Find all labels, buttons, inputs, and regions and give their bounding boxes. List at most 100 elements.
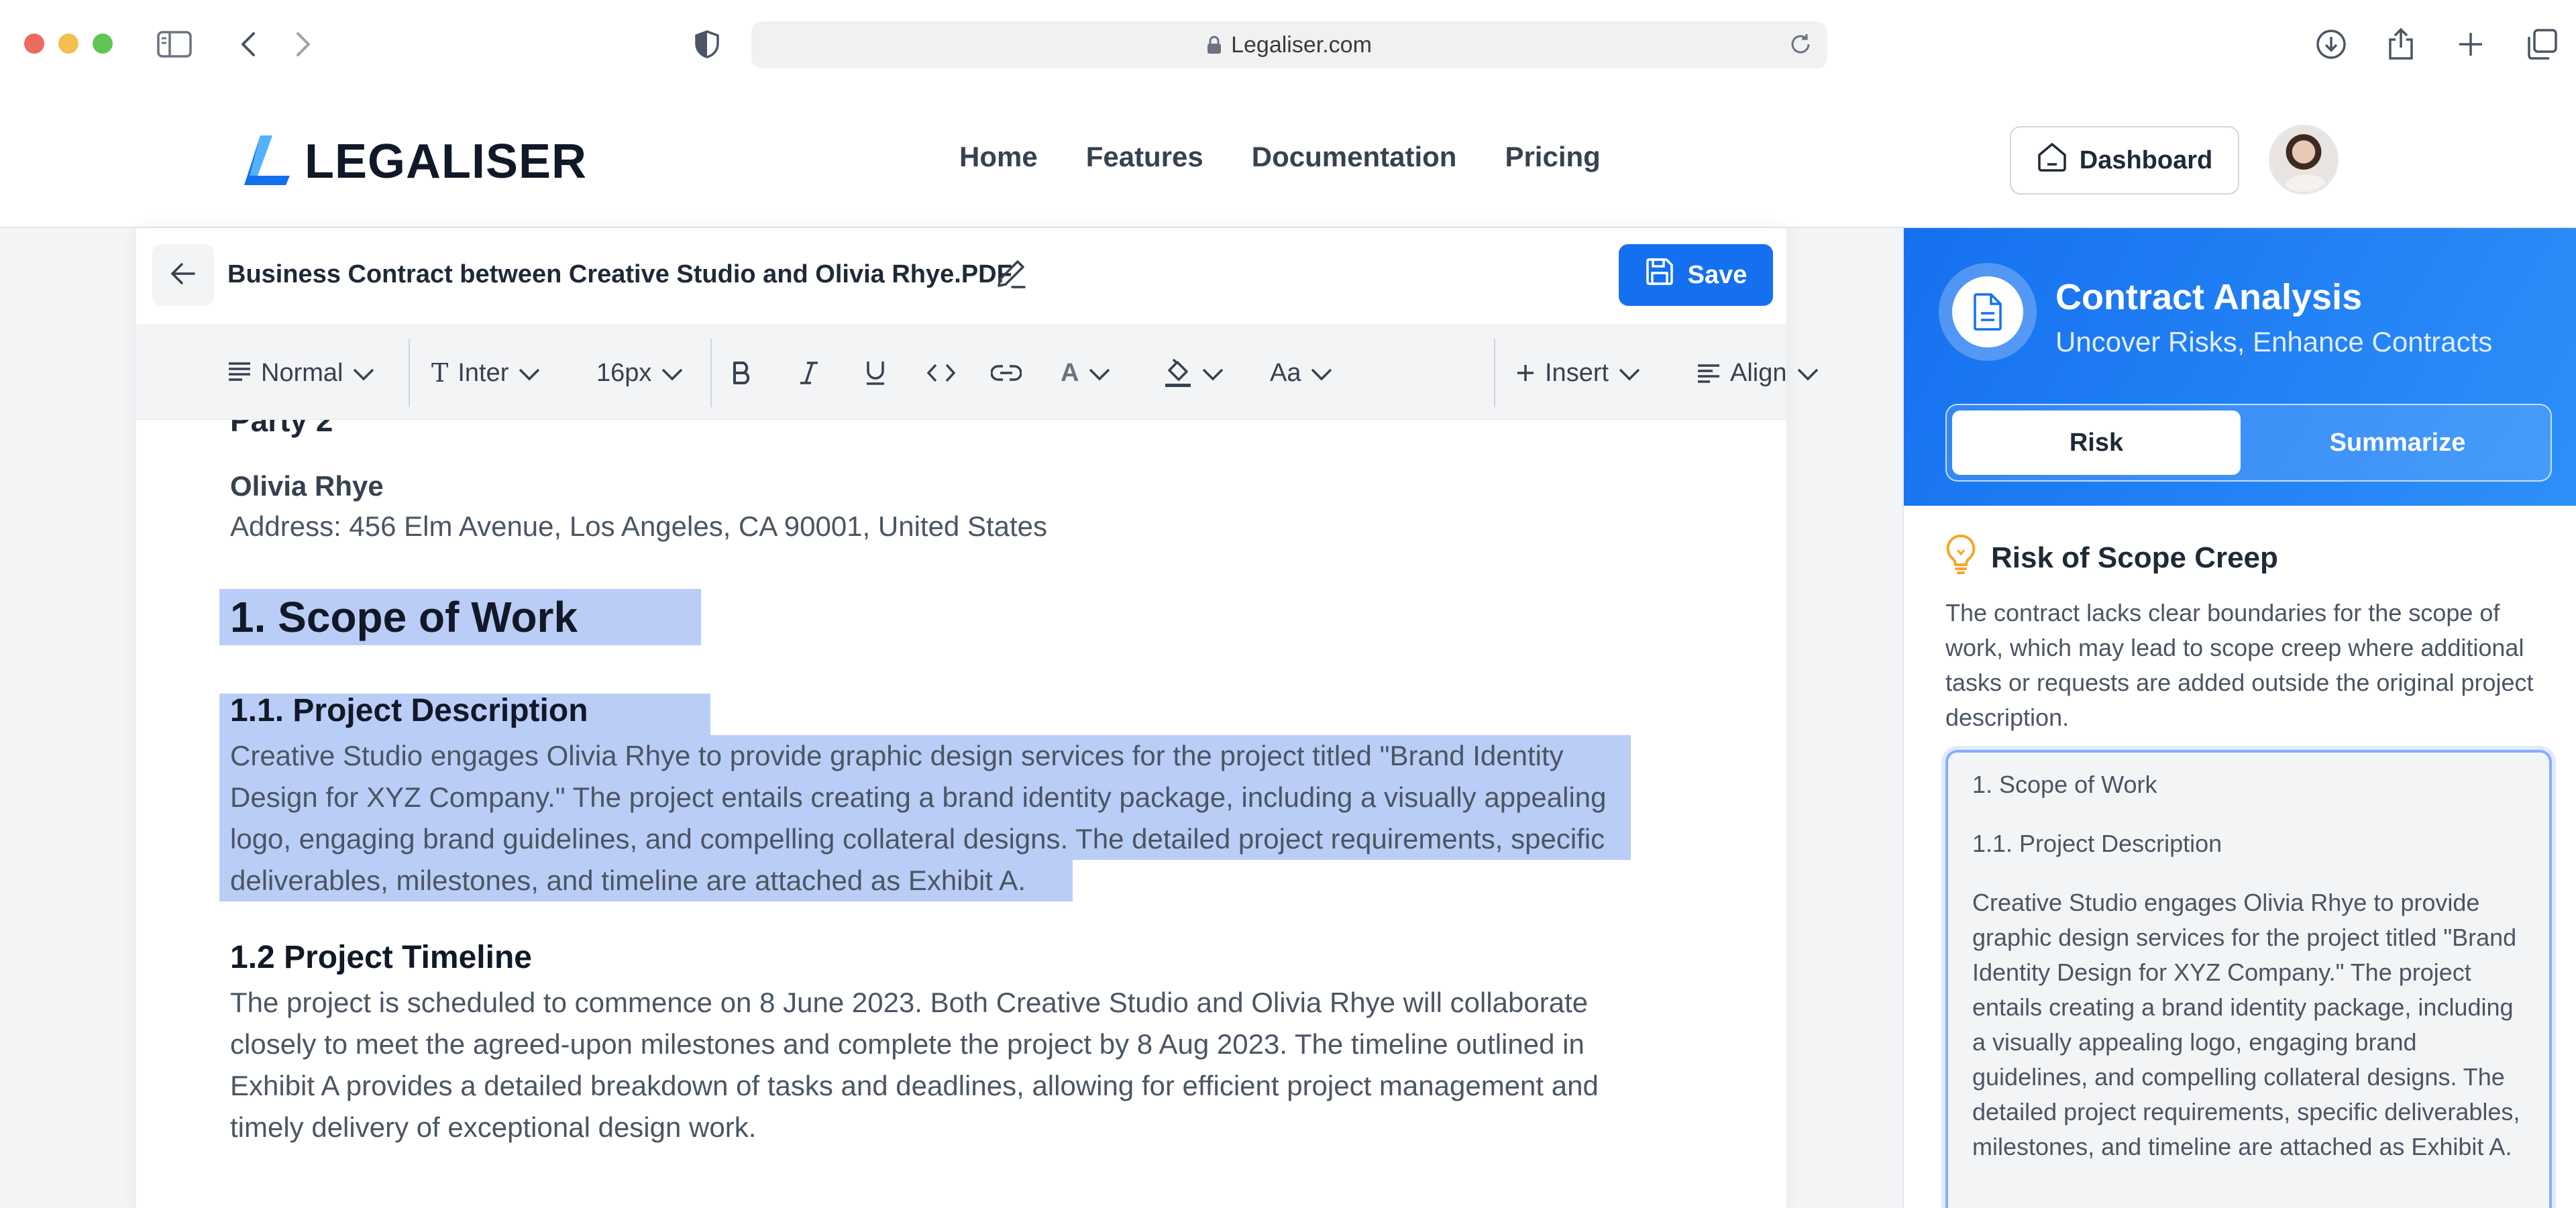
share-icon[interactable] [2385, 24, 2416, 64]
italic-button[interactable] [799, 325, 819, 421]
risk-heading: Risk of Scope Creep [1945, 534, 2278, 582]
paragraph-line: closely to meet the agreed-upon mileston… [230, 1028, 1585, 1060]
paragraph-line: Creative Studio engages Olivia Rhye to p… [230, 740, 1564, 771]
nav-documentation[interactable]: Documentation [1252, 141, 1457, 173]
shield-icon[interactable] [692, 24, 722, 64]
contract-excerpt[interactable]: 1. Scope of Work 1.1. Project Descriptio… [1945, 750, 2552, 1208]
underline-icon [867, 362, 884, 385]
save-label: Save [1687, 260, 1748, 289]
font-size-value: 16px [596, 358, 652, 387]
logo-mark-icon [243, 133, 292, 190]
contract-analysis-panel: Contract Analysis Uncover Risks, Enhance… [1902, 228, 2576, 1208]
minimize-window-button[interactable] [58, 34, 78, 54]
party2-heading: Party 2 [230, 420, 333, 438]
chevron-down-icon [661, 359, 684, 388]
paragraph-line: timely delivery of exceptional design wo… [230, 1111, 757, 1143]
app-header: LEGALISER Home Features Documentation Pr… [0, 90, 2576, 228]
chevron-right-icon[interactable] [290, 24, 317, 64]
excerpt-text: Creative Studio engages Olivia Rhye to p… [1972, 889, 2520, 1160]
chevron-down-icon [1796, 359, 1819, 388]
nav-home[interactable]: Home [959, 141, 1038, 173]
bold-button[interactable] [732, 325, 752, 421]
lightbulb-icon [1945, 534, 1976, 582]
link-button[interactable] [991, 325, 1022, 421]
align-label: Align [1730, 358, 1787, 387]
chevron-down-icon [518, 359, 541, 388]
toolbar-divider [1494, 339, 1495, 407]
party2-address: Address: 456 Elm Avenue, Los Angeles, CA… [230, 510, 1048, 542]
paint-bucket-icon [1165, 358, 1191, 387]
chevron-left-icon[interactable] [235, 24, 262, 64]
home-icon [2037, 142, 2068, 179]
paragraph-line: Design for XYZ Company." The project ent… [230, 781, 1607, 813]
dashboard-label: Dashboard [2079, 146, 2213, 174]
reload-icon[interactable] [1788, 32, 1813, 62]
dashboard-button[interactable]: Dashboard [2010, 126, 2239, 195]
paragraph-line: Exhibit A provides a detailed breakdown … [230, 1070, 1599, 1101]
avatar[interactable] [2269, 125, 2339, 195]
arrow-left-icon [170, 262, 197, 289]
document-editor: Business Contract between Creative Studi… [136, 228, 1818, 1208]
italic-icon [800, 362, 818, 384]
link-icon [991, 365, 1022, 381]
chevron-down-icon [1618, 359, 1641, 388]
subsection-heading-timeline: 1.2 Project Timeline [230, 940, 532, 975]
code-icon [926, 364, 956, 382]
risk-title: Risk of Scope Creep [1991, 541, 2278, 574]
paragraph-style-value: Normal [261, 358, 343, 387]
font-size-select[interactable]: 16px [596, 325, 684, 421]
party2-name: Olivia Rhye [230, 470, 384, 502]
lock-icon [1207, 36, 1222, 54]
paragraph-icon [227, 359, 252, 388]
save-icon [1645, 257, 1674, 293]
underline-button[interactable] [865, 325, 886, 421]
browser-chrome: Legaliser.com [0, 0, 2576, 90]
excerpt-subheading: 1.1. Project Description [1972, 830, 2222, 857]
panel-title: Contract Analysis [2055, 277, 2363, 317]
back-button[interactable] [152, 244, 214, 306]
main-nav: Home Features Documentation Pricing [959, 141, 1601, 173]
pencil-icon[interactable] [994, 256, 1028, 294]
paragraph-line: logo, engaging brand guidelines, and com… [230, 823, 1605, 855]
insert-label: Insert [1545, 358, 1609, 387]
nav-features[interactable]: Features [1086, 141, 1203, 173]
tab-risk[interactable]: Risk [1952, 410, 2241, 475]
subsection-heading-description: 1.1. Project Description [230, 693, 588, 728]
logo-text: LEGALISER [305, 134, 588, 188]
download-icon[interactable] [2314, 24, 2348, 64]
tab-summarize[interactable]: Summarize [2249, 410, 2546, 475]
chevron-down-icon [352, 359, 375, 388]
close-window-button[interactable] [24, 34, 44, 54]
text-case-select[interactable]: Aa [1270, 325, 1333, 421]
toolbar-divider [710, 339, 712, 407]
code-button[interactable] [926, 325, 956, 421]
paragraph-timeline: The project is scheduled to commence on … [230, 982, 1679, 1148]
nav-pricing[interactable]: Pricing [1505, 141, 1600, 173]
formatting-toolbar: Normal T Inter 16px A Aa Insert Align [136, 325, 1818, 421]
zoom-window-button[interactable] [93, 34, 113, 54]
plus-icon [1517, 365, 1534, 381]
bold-icon [733, 362, 750, 384]
url-text: Legaliser.com [1231, 32, 1372, 58]
plus-icon[interactable] [2455, 24, 2486, 64]
risk-description: The contract lacks clear boundaries for … [1945, 599, 2534, 731]
document-body[interactable]: Party 2 Olivia Rhye Address: 456 Elm Ave… [136, 420, 1786, 1208]
sidebar-icon[interactable] [156, 24, 193, 64]
tabs-icon[interactable] [2525, 24, 2559, 64]
font-family-select[interactable]: T Inter [431, 325, 541, 421]
text-color-select[interactable]: A [1061, 325, 1111, 421]
address-bar[interactable]: Legaliser.com [751, 21, 1827, 68]
chevron-down-icon [1088, 359, 1111, 388]
align-select[interactable]: Align [1697, 325, 1819, 421]
text-case-label: Aa [1270, 358, 1301, 387]
paragraph-style-select[interactable]: Normal [227, 325, 375, 421]
paragraph-line: The project is scheduled to commence on … [230, 987, 1589, 1018]
logo[interactable]: LEGALISER [243, 133, 587, 190]
insert-select[interactable]: Insert [1515, 325, 1641, 421]
save-button[interactable]: Save [1619, 244, 1773, 306]
document-icon [1939, 263, 2037, 361]
panel-subtitle: Uncover Risks, Enhance Contracts [2055, 326, 2493, 358]
text-color-icon: A [1061, 358, 1079, 387]
toolbar-divider [409, 339, 410, 407]
highlight-color-select[interactable] [1164, 325, 1224, 421]
